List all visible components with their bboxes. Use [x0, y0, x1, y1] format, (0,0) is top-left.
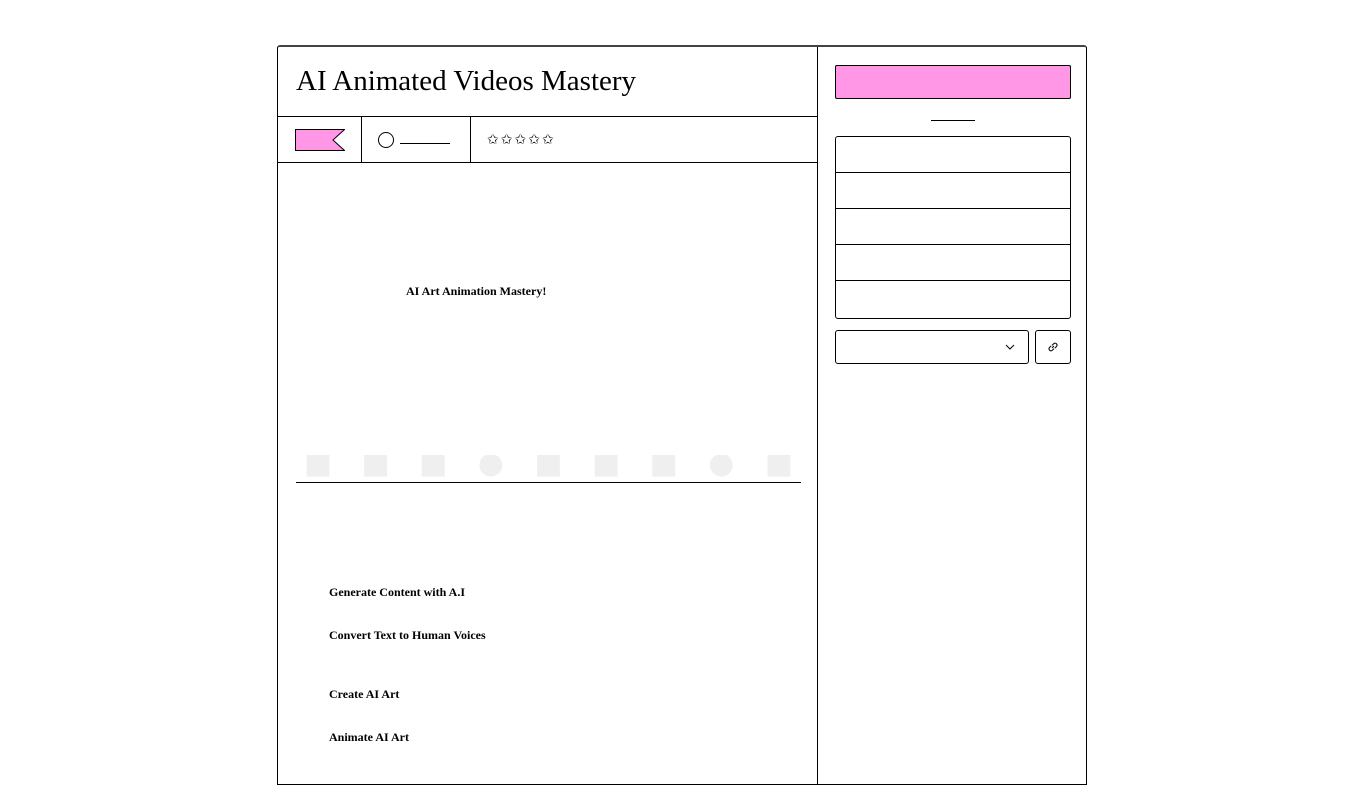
- star-icon: ✩: [541, 131, 554, 148]
- product-main: AI Animated Videos Mastery ✩ ✩ ✩ ✩ ✩ AI …: [278, 47, 818, 784]
- purchase-sidebar: [818, 47, 1086, 784]
- star-icon: ✩: [487, 131, 499, 148]
- video-icon: ■: [361, 455, 390, 481]
- info-item: [836, 173, 1070, 209]
- laptop-icon: ■: [419, 455, 448, 481]
- star-icon: ✩: [514, 131, 527, 148]
- feature-item: Create AI Art: [329, 687, 400, 701]
- gift-icon: ■: [764, 455, 794, 481]
- megaphone-icon: ■: [303, 455, 333, 481]
- badge-cell: [278, 117, 362, 162]
- book-icon: ■: [534, 455, 563, 481]
- flag-badge-icon: [295, 128, 345, 151]
- product-title: AI Animated Videos Mastery: [296, 65, 637, 97]
- author-name-placeholder: [400, 143, 450, 144]
- info-item: [836, 209, 1070, 245]
- link-icon: [1048, 342, 1058, 352]
- meta-row: ✩ ✩ ✩ ✩ ✩: [278, 117, 817, 163]
- feature-item: Generate Content with A.I: [329, 585, 465, 599]
- camera-icon: ●: [708, 455, 735, 481]
- author-cell[interactable]: [362, 117, 471, 162]
- chevron-down-icon: [1005, 344, 1015, 350]
- rating-cell: ✩ ✩ ✩ ✩ ✩: [471, 117, 554, 162]
- info-item: [836, 137, 1070, 173]
- product-card: AI Animated Videos Mastery ✩ ✩ ✩ ✩ ✩ AI …: [277, 45, 1087, 785]
- icon-strip: ■ ■ ■ ● ■ ■ ■ ● ■: [296, 455, 801, 483]
- edit-icon: ■: [649, 455, 678, 481]
- chat-icon: ●: [477, 455, 504, 481]
- star-icon: ✩: [500, 131, 513, 148]
- feature-item: Convert Text to Human Voices: [329, 628, 486, 642]
- star-icon: ✩: [528, 131, 540, 148]
- info-item: [836, 281, 1070, 317]
- feature-item: Animate AI Art: [329, 730, 409, 744]
- document-icon: ■: [591, 455, 621, 481]
- title-row: AI Animated Videos Mastery: [278, 47, 817, 117]
- buy-button[interactable]: [835, 65, 1071, 99]
- info-list: [835, 136, 1071, 319]
- option-select[interactable]: [835, 330, 1029, 364]
- price-placeholder: [931, 120, 975, 121]
- avatar: [378, 131, 394, 148]
- rating-stars: ✩ ✩ ✩ ✩ ✩: [487, 133, 554, 147]
- copy-link-button[interactable]: [1035, 330, 1071, 364]
- hero-heading: AI Art Animation Mastery!: [406, 284, 547, 298]
- info-item: [836, 245, 1070, 281]
